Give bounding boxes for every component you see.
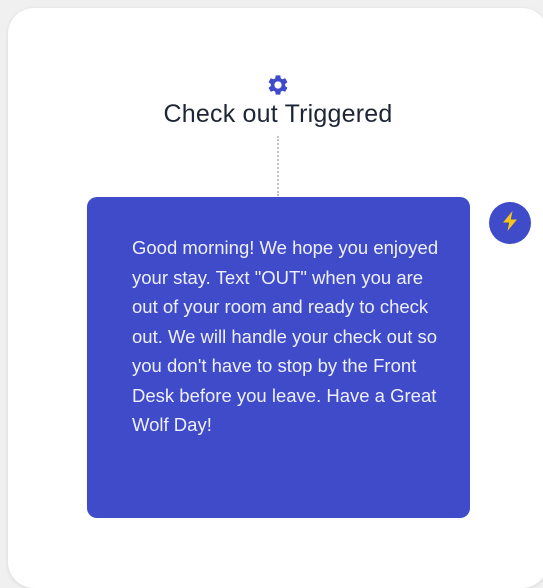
- gear-icon: [266, 73, 290, 97]
- trigger-title: Check out Triggered: [163, 100, 393, 128]
- connector-line: [277, 136, 279, 196]
- message-text: Good morning! We hope you enjoyed your s…: [132, 237, 439, 435]
- flow-card: Check out Triggered Good morning! We hop…: [8, 8, 543, 588]
- message-card[interactable]: Good morning! We hope you enjoyed your s…: [87, 197, 470, 518]
- action-button[interactable]: [489, 202, 531, 244]
- lightning-bolt-icon: [500, 210, 520, 237]
